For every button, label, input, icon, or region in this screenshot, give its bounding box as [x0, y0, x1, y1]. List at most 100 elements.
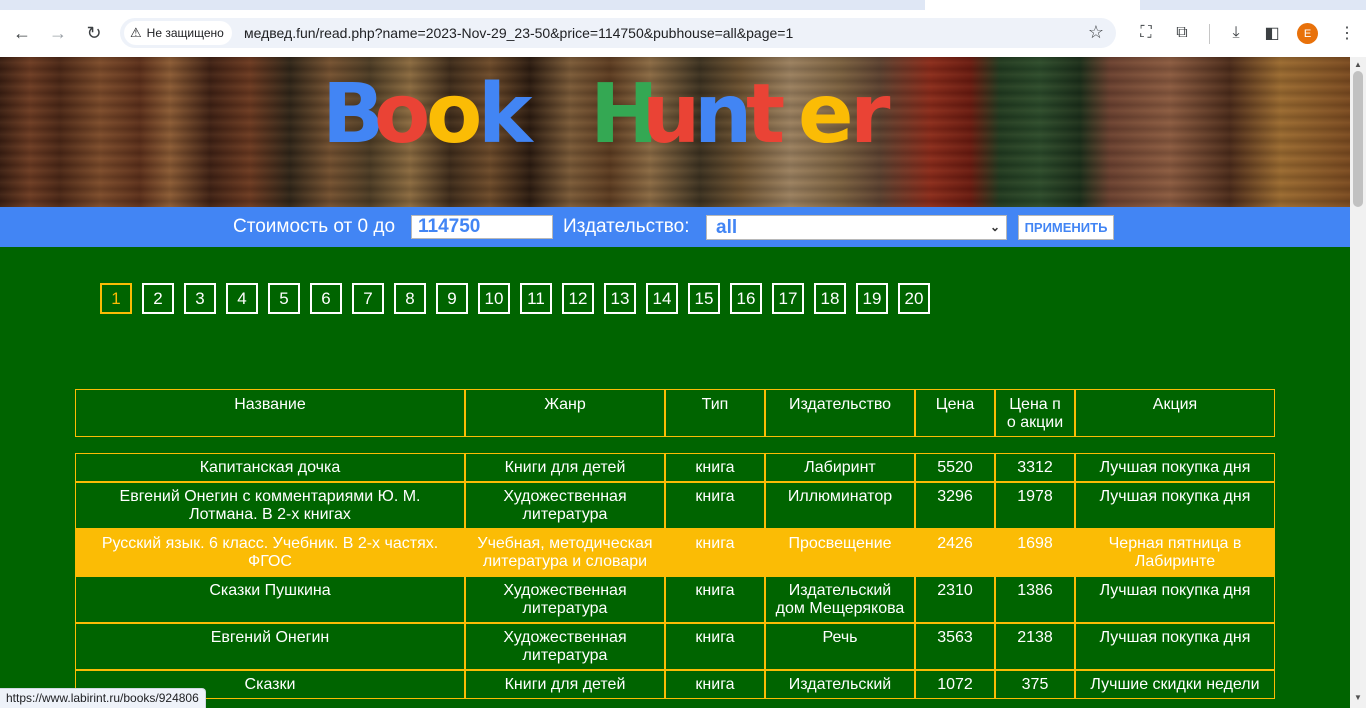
- cell-sale-price: 3312: [995, 453, 1075, 482]
- cell-publisher: Иллюминатор: [765, 482, 915, 529]
- scroll-up-icon[interactable]: ▲: [1354, 60, 1362, 69]
- address-bar[interactable]: ⚠ Не защищено медвед.fun/read.php?name=2…: [120, 18, 1116, 48]
- page-link-2[interactable]: 2: [142, 283, 174, 314]
- filter-bar: Стоимость от 0 до 114750 Издательство: a…: [0, 207, 1350, 247]
- cell-type: книга: [665, 482, 765, 529]
- page-link-18[interactable]: 18: [814, 283, 846, 314]
- page-link-16[interactable]: 16: [730, 283, 762, 314]
- back-arrow-icon[interactable]: ←: [11, 22, 33, 44]
- price-label: Стоимость от 0 до: [233, 216, 396, 237]
- scrollbar-thumb[interactable]: [1353, 71, 1363, 207]
- page-link-12[interactable]: 12: [562, 283, 594, 314]
- cell-publisher: Издательский дом Мещерякова: [765, 576, 915, 623]
- cell-title[interactable]: Евгений Онегин: [75, 623, 465, 670]
- cell-publisher: Речь: [765, 623, 915, 670]
- column-header: Тип: [665, 389, 765, 437]
- side-panel-icon[interactable]: ◧: [1261, 22, 1283, 44]
- cell-title[interactable]: Русский язык. 6 класс. Учебник. В 2-х ча…: [75, 529, 465, 576]
- cell-title[interactable]: Капитанская дочка: [75, 453, 465, 482]
- page-link-15[interactable]: 15: [688, 283, 720, 314]
- publisher-select-value: all: [716, 217, 738, 238]
- page-link-17[interactable]: 17: [772, 283, 804, 314]
- banner-letter: H: [590, 67, 659, 162]
- table-row[interactable]: Капитанская дочка Книги для детей книга Лаб…: [75, 453, 1275, 482]
- scroll-down-icon[interactable]: ▼: [1354, 693, 1362, 702]
- apply-button[interactable]: ПРИМЕНИТЬ: [1018, 215, 1114, 240]
- cell-promo: Лучшая покупка дня: [1075, 576, 1275, 623]
- banner: Book Hunter: [0, 57, 1350, 207]
- table-row[interactable]: Евгений Онегин с комментариями Ю. М. Лот…: [75, 482, 1275, 529]
- cell-type: книга: [665, 529, 765, 576]
- cell-publisher: Просвещение: [765, 529, 915, 576]
- cell-type: книга: [665, 623, 765, 670]
- table-spacer: [75, 437, 1275, 453]
- table-row[interactable]: Сказки Пушкина Художественная литература к…: [75, 576, 1275, 623]
- page-link-7[interactable]: 7: [352, 283, 384, 314]
- page-link-19[interactable]: 19: [856, 283, 888, 314]
- warning-icon: ⚠: [130, 25, 142, 40]
- page-link-14[interactable]: 14: [646, 283, 678, 314]
- cell-promo: Лучшая покупка дня: [1075, 482, 1275, 529]
- cell-promo: Лучшая покупка дня: [1075, 453, 1275, 482]
- bookmark-star-icon[interactable]: ☆: [1088, 22, 1104, 43]
- publisher-label: Издательство:: [563, 216, 690, 237]
- security-label: Не защищено: [146, 26, 224, 40]
- reload-icon[interactable]: ↻: [83, 22, 105, 44]
- page-scrollbar[interactable]: ▲ ▼: [1350, 57, 1366, 708]
- cell-genre: Учебная, методическая литература и слова…: [465, 529, 665, 576]
- cell-publisher: Лабиринт: [765, 453, 915, 482]
- price-input[interactable]: 114750: [411, 215, 553, 239]
- table-row[interactable]: Русский язык. 6 класс. Учебник. В 2-х ча…: [75, 529, 1275, 576]
- page-link-3[interactable]: 3: [184, 283, 216, 314]
- table-row[interactable]: Евгений Онегин Художественная литература к…: [75, 623, 1275, 670]
- screenshot-icon[interactable]: ⛶: [1135, 22, 1157, 44]
- cell-promo: Лучшие скидки недели: [1075, 670, 1275, 699]
- page-link-9[interactable]: 9: [436, 283, 468, 314]
- banner-letter: e: [798, 67, 854, 162]
- inactive-tab-area[interactable]: [30, 0, 925, 10]
- cell-promo: Черная пятница в Лабиринте: [1075, 529, 1275, 576]
- profile-avatar[interactable]: E: [1297, 23, 1318, 44]
- banner-letter: B: [322, 67, 385, 162]
- publisher-select[interactable]: all ⌄: [706, 215, 1007, 240]
- page-link-1[interactable]: 1: [100, 283, 132, 314]
- page-link-4[interactable]: 4: [226, 283, 258, 314]
- page-link-13[interactable]: 13: [604, 283, 636, 314]
- cell-title[interactable]: Сказки Пушкина: [75, 576, 465, 623]
- column-header: Акция: [1075, 389, 1275, 437]
- cell-sale-price: 2138: [995, 623, 1075, 670]
- page-link-10[interactable]: 10: [478, 283, 510, 314]
- pagination: 1 2 3 4 5 6 7 8 9 10 11 12 13 14 15 16 17 18 19 20: [100, 283, 940, 314]
- banner-letter: [530, 65, 590, 165]
- active-tab[interactable]: [925, 0, 1140, 10]
- menu-dots-icon[interactable]: ⋮: [1336, 22, 1358, 44]
- cell-price: 3296: [915, 482, 995, 529]
- banner-letter: u: [642, 67, 701, 162]
- page-link-6[interactable]: 6: [310, 283, 342, 314]
- cell-genre: Художественная литература: [465, 576, 665, 623]
- cell-price: 5520: [915, 453, 995, 482]
- page-link-20[interactable]: 20: [898, 283, 930, 314]
- forward-arrow-icon[interactable]: →: [47, 22, 69, 44]
- security-chip[interactable]: ⚠ Не защищено: [124, 21, 232, 45]
- extensions-icon[interactable]: ⧉: [1171, 22, 1193, 44]
- cell-price: 2310: [915, 576, 995, 623]
- table-row[interactable]: Сказки Книги для детей книга Издательский 10…: [75, 670, 1275, 699]
- cell-price: 2426: [915, 529, 995, 576]
- page-link-8[interactable]: 8: [394, 283, 426, 314]
- site-logo-title: Book Hunter: [322, 65, 902, 165]
- page-link-11[interactable]: 11: [520, 283, 552, 314]
- browser-toolbar: ← → ↻ ⚠ Не защищено медвед.fun/read.php?…: [0, 10, 1366, 57]
- link-status-bar: https://www.labirint.ru/books/924806: [0, 688, 206, 708]
- download-icon[interactable]: ⤓: [1225, 22, 1247, 44]
- page-link-5[interactable]: 5: [268, 283, 300, 314]
- cell-genre: Художественная литература: [465, 482, 665, 529]
- cell-type: книга: [665, 576, 765, 623]
- cell-genre: Книги для детей: [465, 670, 665, 699]
- cell-title[interactable]: Евгений Онегин с комментариями Ю. М. Лот…: [75, 482, 465, 529]
- banner-letter: t: [746, 67, 786, 162]
- banner-letter: k: [478, 67, 533, 162]
- cell-type: книга: [665, 670, 765, 699]
- url-text[interactable]: медвед.fun/read.php?name=2023-Nov-29_23-…: [244, 25, 793, 41]
- cell-genre: Художественная литература: [465, 623, 665, 670]
